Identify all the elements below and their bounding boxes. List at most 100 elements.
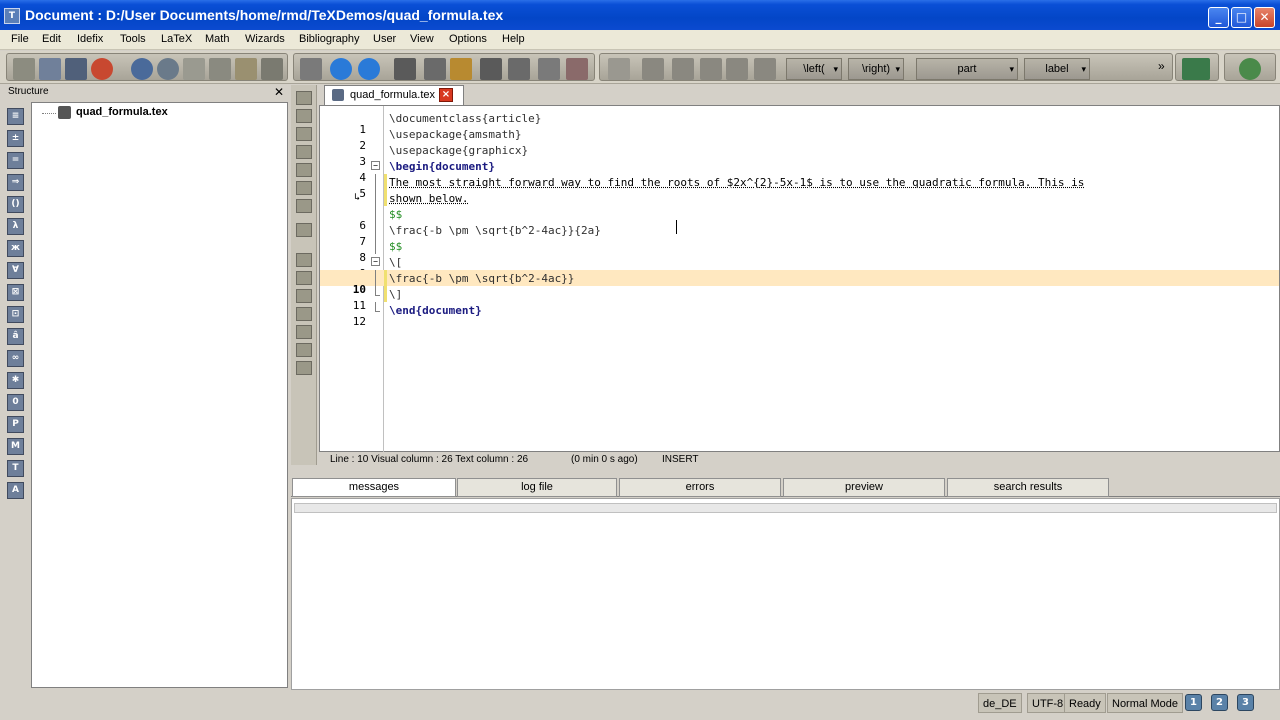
mp-icon[interactable]: M (7, 438, 24, 455)
settings-icon[interactable] (1239, 58, 1261, 80)
menu-file[interactable]: File (11, 33, 29, 45)
back-arrow-icon[interactable] (330, 58, 352, 80)
greek-icon[interactable]: ∀ (7, 262, 24, 279)
close-window-button[interactable]: ✕ (1254, 7, 1275, 28)
copy-icon[interactable] (183, 58, 205, 80)
menu-help[interactable]: Help (502, 33, 525, 45)
quick-build-icon[interactable] (300, 58, 322, 80)
fold-toggle-icon[interactable]: − (371, 161, 380, 170)
maximize-button[interactable]: □ (1231, 7, 1252, 28)
tab-messages[interactable]: messages (292, 478, 456, 497)
list-icon[interactable] (296, 271, 312, 285)
view-1-icon[interactable]: 1 (1185, 694, 1202, 711)
code-editor[interactable]: 1 \documentclass{article} 2 \usepackage{… (319, 105, 1280, 453)
fold-toggle-icon[interactable]: − (371, 257, 380, 266)
close-file-icon[interactable] (91, 58, 113, 80)
tikz-icon[interactable]: T (7, 460, 24, 477)
editor-line: 6 $$ (320, 206, 1279, 232)
menu-math[interactable]: Math (205, 33, 229, 45)
pdflatex-icon[interactable] (538, 58, 560, 80)
window-title: Document : D:/User Documents/home/rmd/Te… (25, 7, 504, 23)
view-2-icon[interactable]: 2 (1211, 694, 1228, 711)
tab-search-results[interactable]: search results (947, 478, 1109, 497)
find-icon[interactable] (261, 58, 283, 80)
latex-icon[interactable] (424, 58, 446, 80)
subscript-icon[interactable] (642, 58, 664, 80)
relation-icon[interactable]: ± (7, 130, 24, 147)
bookmark-icon[interactable] (296, 163, 312, 177)
open-file-icon[interactable] (39, 58, 61, 80)
bookmark-icon[interactable] (296, 91, 312, 105)
dvips-icon[interactable] (480, 58, 502, 80)
close-tab-icon[interactable]: × (439, 88, 453, 102)
language-indicator[interactable]: de_DE (978, 693, 1022, 713)
infinity-icon[interactable]: ∞ (7, 350, 24, 367)
tab-quad-formula[interactable]: quad_formula.tex × (324, 85, 464, 105)
list-icon[interactable] (296, 325, 312, 339)
special-icon[interactable]: ✱ (7, 372, 24, 389)
paste-icon[interactable] (235, 58, 257, 80)
delimiters-icon[interactable]: () (7, 196, 24, 213)
dfrac-icon[interactable] (726, 58, 748, 80)
menu-bibliography[interactable]: Bibliography (299, 33, 360, 45)
menu-user[interactable]: User (373, 33, 396, 45)
bookmark-icon[interactable] (296, 109, 312, 123)
dvi-icon[interactable] (450, 58, 472, 80)
paragraph-icon[interactable] (296, 223, 312, 237)
new-file-icon[interactable] (13, 58, 35, 80)
menu-options[interactable]: Options (449, 33, 487, 45)
menu-wizards[interactable]: Wizards (245, 33, 285, 45)
list-icon[interactable] (296, 307, 312, 321)
bookmark-icon[interactable] (296, 199, 312, 213)
save-icon[interactable] (65, 58, 87, 80)
superscript-icon[interactable] (672, 58, 694, 80)
accents-icon[interactable]: â (7, 328, 24, 345)
view-3-icon[interactable]: 3 (1237, 694, 1254, 711)
table-icon[interactable] (1182, 58, 1210, 80)
right-delimiter-select[interactable]: \right) (848, 58, 904, 80)
foreign-icon[interactable]: ⊡ (7, 306, 24, 323)
sqrt-icon[interactable] (754, 58, 776, 80)
view-dvi-icon[interactable] (394, 58, 416, 80)
bookmark-icon[interactable] (296, 145, 312, 159)
menu-tools[interactable]: Tools (120, 33, 146, 45)
arrows-icon[interactable]: ⇒ (7, 174, 24, 191)
metapost-icon[interactable]: 0 (7, 394, 24, 411)
menu-latex[interactable]: LaTeX (161, 33, 192, 45)
reference-select[interactable]: label (1024, 58, 1090, 80)
list-icon[interactable] (296, 361, 312, 375)
pstricks-icon[interactable]: P (7, 416, 24, 433)
function-icon[interactable] (608, 58, 630, 80)
fraction-icon[interactable] (700, 58, 722, 80)
list-icon[interactable] (296, 343, 312, 357)
tree-item-label: quad_formula.tex (76, 106, 168, 118)
math-symbols-icon[interactable]: ⊠ (7, 284, 24, 301)
bookmark-icon[interactable] (296, 127, 312, 141)
operators-icon[interactable]: = (7, 152, 24, 169)
lambda-icon[interactable]: λ (7, 218, 24, 235)
tab-log-file[interactable]: log file (457, 478, 617, 497)
tab-errors[interactable]: errors (619, 478, 781, 497)
menu-view[interactable]: View (410, 33, 434, 45)
asymptote-icon[interactable]: A (7, 482, 24, 499)
close-structure-icon[interactable]: ✕ (274, 85, 284, 99)
tab-preview[interactable]: preview (783, 478, 945, 497)
menu-idefix[interactable]: Idefix (77, 33, 103, 45)
view-pdf-icon[interactable] (566, 58, 588, 80)
bookmark-icon[interactable] (296, 181, 312, 195)
view-ps-icon[interactable] (508, 58, 530, 80)
list-icon[interactable] (296, 253, 312, 267)
minimize-button[interactable]: _ (1208, 7, 1229, 28)
misc-symbols-icon[interactable]: ж (7, 240, 24, 257)
encoding-indicator[interactable]: UTF-8 (1027, 693, 1069, 713)
undo-icon[interactable] (131, 58, 153, 80)
cut-icon[interactable] (209, 58, 231, 80)
sectioning-select[interactable]: part (916, 58, 1018, 80)
toolbar-overflow-icon[interactable]: » (1158, 59, 1165, 73)
redo-icon[interactable] (157, 58, 179, 80)
list-icon[interactable] (296, 289, 312, 303)
forward-arrow-icon[interactable] (358, 58, 380, 80)
menu-edit[interactable]: Edit (42, 33, 61, 45)
structure-view-icon[interactable]: ≡ (7, 108, 24, 125)
left-delimiter-select[interactable]: \left( (786, 58, 842, 80)
